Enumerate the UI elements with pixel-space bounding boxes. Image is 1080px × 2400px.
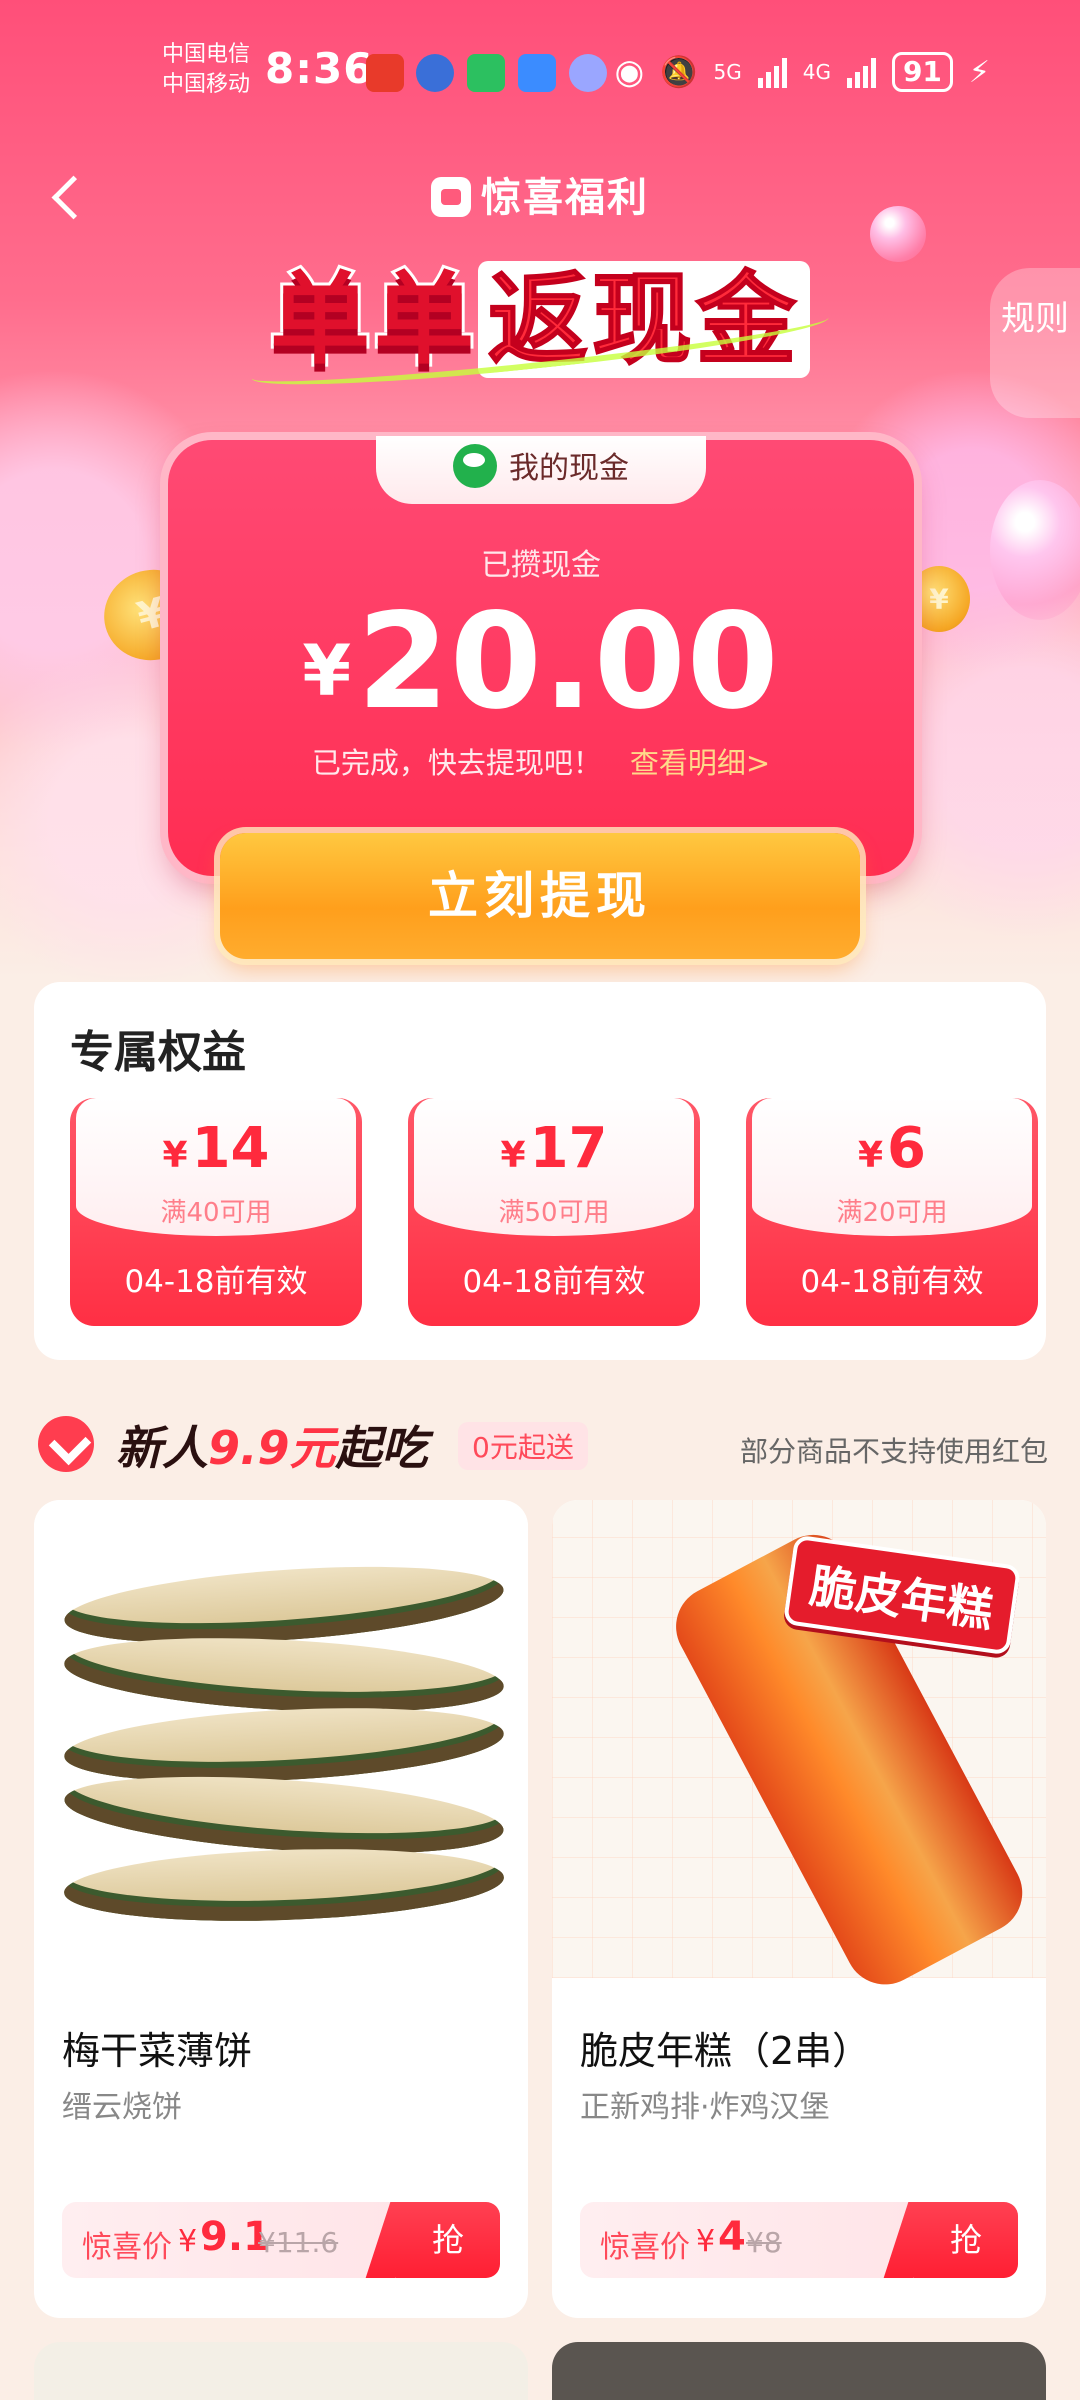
coupon-amount: 14 [191, 1116, 270, 1181]
coupon-condition: 满20可用 [836, 1198, 948, 1228]
price-label: 惊喜价 [82, 2230, 172, 2265]
cash-value: 20.00 [357, 585, 780, 739]
price-currency: ¥ [696, 2224, 716, 2259]
carrier-2: 中国移动 [162, 72, 251, 97]
rules-button[interactable]: 规则 [990, 268, 1080, 418]
pancake-layer [62, 1698, 506, 1792]
pancake-layer [62, 1628, 506, 1722]
bubble-decoration [870, 206, 926, 262]
newcomer-title: 新人9.9元起吃 [116, 1412, 428, 1478]
cash-currency: ¥ [302, 630, 352, 712]
coupon-card[interactable]: ¥6 满20可用 04-18前有效 [746, 1098, 1038, 1326]
grab-button[interactable]: 抢 [914, 2202, 1018, 2278]
product-image [34, 1500, 528, 1978]
newcomer-title-prefix: 新人 [116, 1421, 208, 1475]
coupon-currency: ¥ [500, 1135, 526, 1176]
app-notification-icon [569, 54, 607, 92]
pancake-layer [62, 1842, 506, 1928]
coupon-value: ¥6 [746, 1116, 1038, 1181]
carrier-info: 中国电信 中国移动 [162, 40, 250, 100]
free-delivery-badge: 0元起送 [458, 1422, 588, 1470]
grab-label: 抢 [431, 2222, 464, 2258]
coupon-currency: ¥ [857, 1135, 884, 1176]
product-name: 梅干菜薄饼 [62, 2029, 253, 2073]
wechat-notification-icon [467, 54, 505, 92]
red-packet-note: 部分商品不支持使用红包 [739, 1435, 1048, 1468]
bubble-decoration [990, 480, 1080, 620]
status-indicators: ◉ 🔕 5G 4G 91 ⚡ [614, 52, 990, 92]
coupon-amount: 6 [887, 1116, 927, 1181]
product-card-peek[interactable] [34, 2342, 528, 2400]
signal-2-icon [846, 56, 876, 88]
product-shop: 缙云烧饼 [62, 2090, 182, 2125]
newcomer-title-suffix: 起吃 [335, 1421, 428, 1475]
headline: 单单 返现金 [0, 238, 1080, 399]
cash-amount: ¥20.00 [168, 585, 914, 739]
grab-button[interactable]: 抢 [396, 2202, 500, 2278]
coupon-expiry: 04-18前有效 [462, 1264, 646, 1300]
product-image: 脆皮年糕 [552, 1500, 1046, 1999]
net-1-label: 5G [713, 60, 742, 84]
my-cash-tag: 我的现金 [376, 436, 706, 504]
price-currency: ¥ [178, 2224, 198, 2259]
carrier-1: 中国电信 [162, 42, 251, 67]
current-price: 4 [718, 2214, 746, 2260]
mute-icon: 🔕 [660, 54, 698, 90]
product-name: 脆皮年糕（2串） [580, 2029, 871, 2073]
signal-1-icon [757, 56, 787, 88]
newcomer-section-header: 新人9.9元起吃 0元起送 部分商品不支持使用红包 [38, 1412, 1048, 1476]
withdraw-button[interactable]: 立刻提现 [220, 833, 860, 959]
eye-icon: ◉ [614, 52, 645, 92]
coupon-value: ¥14 [70, 1116, 362, 1181]
my-cash-label: 我的现金 [509, 451, 629, 486]
product-card[interactable]: 脆皮年糕 脆皮年糕（2串） 正新鸡排·炸鸡汉堡 惊喜价 ¥ 4 ¥8 抢 [552, 1500, 1046, 2318]
clock: 8:36 [265, 44, 374, 93]
product-card-peek[interactable] [552, 2342, 1046, 2400]
coupon-amount: 17 [529, 1116, 608, 1181]
price-bar: 惊喜价 ¥ 4 ¥8 抢 [580, 2202, 1018, 2278]
view-details-link[interactable]: 查看明细> [630, 746, 770, 780]
coin-right-icon: ¥ [908, 566, 970, 632]
brand-text: 惊喜福利 [481, 175, 649, 221]
charging-icon: ⚡ [968, 54, 990, 90]
newcomer-title-highlight: 9.9元 [208, 1421, 336, 1475]
cash-status: 已完成，快去提现吧！ 查看明细> [168, 740, 914, 782]
coupon-expiry: 04-18前有效 [800, 1264, 984, 1300]
price-label: 惊喜价 [600, 2230, 690, 2265]
price-bar: 惊喜价 ¥ 9.1 ¥11.6 抢 [62, 2202, 500, 2278]
huawei-app-icon [366, 54, 404, 92]
cash-status-text: 已完成，快去提现吧！ [311, 746, 602, 780]
avatar-notification-icon [416, 54, 454, 92]
benefits-panel: 专属权益 ¥14 满40可用 04-18前有效 ¥17 满50可用 04-18前… [34, 982, 1046, 1360]
coupon-card[interactable]: ¥14 满40可用 04-18前有效 [70, 1098, 362, 1326]
cash-card: 我的现金 已攒现金 ¥20.00 已完成，快去提现吧！ 查看明细> [168, 436, 914, 876]
status-bar: 中国电信 中国移动 8:36 ◉ 🔕 5G 4G 91 ⚡ [0, 30, 1080, 110]
message-notification-icon [518, 54, 556, 92]
saved-cash-label: 已攒现金 [481, 548, 601, 583]
product-card[interactable]: 梅干菜薄饼 缙云烧饼 惊喜价 ¥ 9.1 ¥11.6 抢 [34, 1500, 528, 2318]
original-price: ¥11.6 [258, 2226, 339, 2259]
net-2-label: 4G [802, 60, 831, 84]
coupon-condition: 满50可用 [498, 1198, 610, 1228]
coupon-expiry: 04-18前有效 [124, 1264, 308, 1300]
wechat-icon [453, 444, 497, 488]
coupon-card[interactable]: ¥17 满50可用 04-18前有效 [408, 1098, 700, 1326]
coupon-arrow-icon [38, 1416, 94, 1472]
product-shop: 正新鸡排·炸鸡汉堡 [580, 2090, 830, 2125]
coupon-condition: 满40可用 [160, 1198, 272, 1228]
battery-indicator: 91 [891, 52, 953, 92]
benefits-title: 专属权益 [70, 1027, 246, 1078]
original-price: ¥8 [746, 2226, 782, 2259]
grab-label: 抢 [949, 2222, 982, 2258]
coupon-currency: ¥ [162, 1135, 188, 1176]
gift-icon [431, 177, 471, 217]
coupon-value: ¥17 [408, 1116, 700, 1181]
